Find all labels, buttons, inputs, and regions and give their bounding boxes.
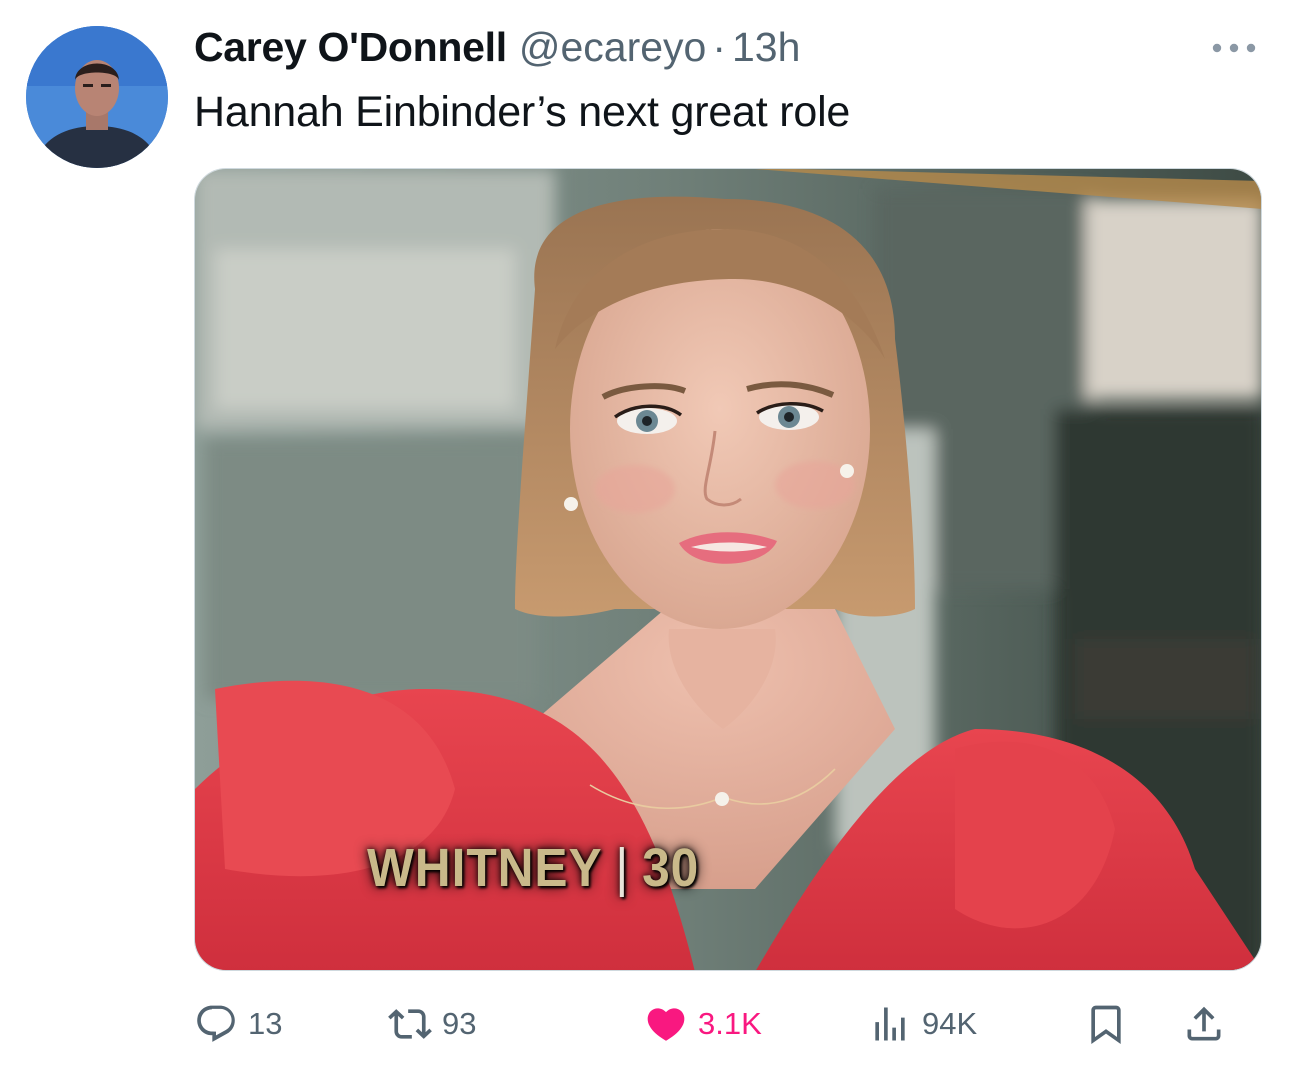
tweet-timestamp[interactable]: 13h	[732, 24, 800, 71]
caption-age: 30	[642, 838, 700, 898]
caption-separator: |	[615, 838, 630, 898]
share-icon	[1187, 1006, 1221, 1041]
author-handle[interactable]: @ecareyo	[519, 24, 706, 71]
reply-count: 13	[248, 1006, 283, 1041]
tweet-media-image[interactable]: WHITNEY | 30	[194, 168, 1262, 971]
media-photo	[195, 169, 1261, 970]
reply-icon	[197, 1005, 235, 1042]
reply-button[interactable]: 13	[194, 996, 282, 1052]
retweet-count: 93	[442, 1006, 477, 1041]
bookmark-icon	[1091, 1005, 1121, 1045]
caption-name: WHITNEY	[367, 838, 603, 898]
more-horizontal-icon	[1212, 43, 1256, 53]
views-count: 94K	[922, 1006, 978, 1041]
like-button[interactable]: 3.1K	[644, 996, 762, 1052]
tweet-text: Hannah Einbinder’s next great role	[194, 88, 851, 136]
share-button[interactable]	[1182, 996, 1226, 1052]
retweet-button[interactable]: 93	[388, 996, 476, 1052]
tweet-actions-bar: 13 93 3.1K 94K	[194, 996, 1260, 1052]
heart-icon	[647, 1008, 685, 1041]
more-button[interactable]	[1206, 30, 1262, 66]
views-button[interactable]: 94K	[868, 996, 977, 1052]
views-icon	[875, 1007, 905, 1041]
like-count: 3.1K	[698, 1006, 762, 1041]
bookmark-button[interactable]	[1084, 996, 1128, 1052]
tweet-header: Carey O'Donnell @ecareyo · 13h	[194, 24, 800, 76]
avatar-photo	[26, 26, 168, 168]
meta-separator: ·	[712, 24, 726, 70]
retweet-icon	[388, 1009, 432, 1039]
avatar[interactable]	[26, 26, 168, 168]
media-overlay-caption: WHITNEY | 30	[367, 837, 699, 899]
author-name[interactable]: Carey O'Donnell	[194, 24, 507, 71]
